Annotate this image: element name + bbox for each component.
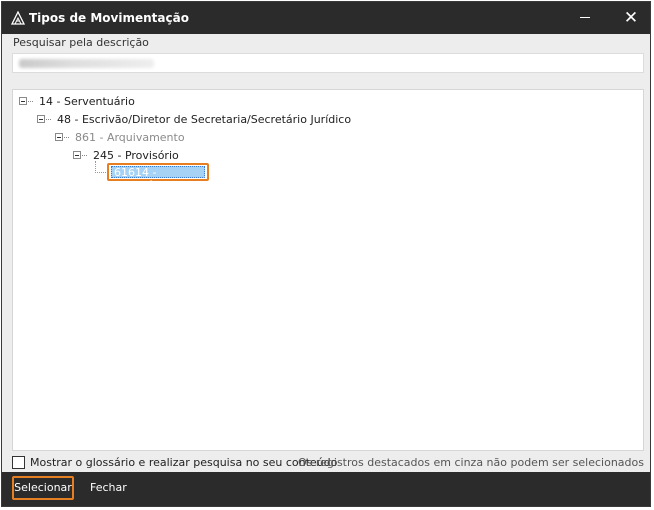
glossary-checkbox[interactable] <box>12 456 25 469</box>
tree-line <box>82 155 87 156</box>
tree-node-label[interactable]: 61614 - Provisório <box>114 166 207 192</box>
tree-node-selected[interactable]: 61614 - Provisório <box>107 163 209 192</box>
minimize-button[interactable] <box>566 2 604 34</box>
collapse-toggle-icon[interactable] <box>55 133 63 141</box>
tree-line <box>95 161 106 173</box>
options-row: Mostrar o glossário e realizar pesquisa … <box>12 454 644 474</box>
tree-line <box>28 101 33 102</box>
collapse-toggle-icon[interactable] <box>73 151 81 159</box>
tree-node-label: 861 - Arquivamento <box>75 131 185 144</box>
tree-node-label[interactable]: 14 - Serventuário <box>39 95 135 108</box>
dialog-window: Tipos de Movimentação ✕ Pesquisar pela d… <box>1 1 651 507</box>
close-button[interactable]: Fechar <box>84 476 133 500</box>
disabled-items-note: Os registros destacados em cinza não pod… <box>297 456 644 469</box>
minimize-icon <box>580 17 590 18</box>
collapse-toggle-icon[interactable] <box>37 115 45 123</box>
tree-line <box>46 119 51 120</box>
close-icon[interactable]: ✕ <box>612 2 650 34</box>
select-button[interactable]: Selecionar <box>12 476 74 500</box>
tree-view[interactable]: 14 - Serventuário 48 - Escrivão/Diretor … <box>12 89 644 451</box>
tree-line <box>64 137 69 138</box>
search-label: Pesquisar pela descrição <box>13 36 149 49</box>
app-logo-icon <box>11 11 25 25</box>
title-bar: Tipos de Movimentação ✕ <box>2 2 650 34</box>
search-input-value <box>19 59 154 68</box>
glossary-checkbox-label[interactable]: Mostrar o glossário e realizar pesquisa … <box>30 456 337 469</box>
footer-bar: Selecionar Fechar <box>2 472 650 506</box>
collapse-toggle-icon[interactable] <box>19 97 27 105</box>
tree-node-label[interactable]: 48 - Escrivão/Diretor de Secretaria/Secr… <box>57 113 351 126</box>
search-input[interactable] <box>12 53 644 73</box>
window-title: Tipos de Movimentação <box>29 11 189 25</box>
